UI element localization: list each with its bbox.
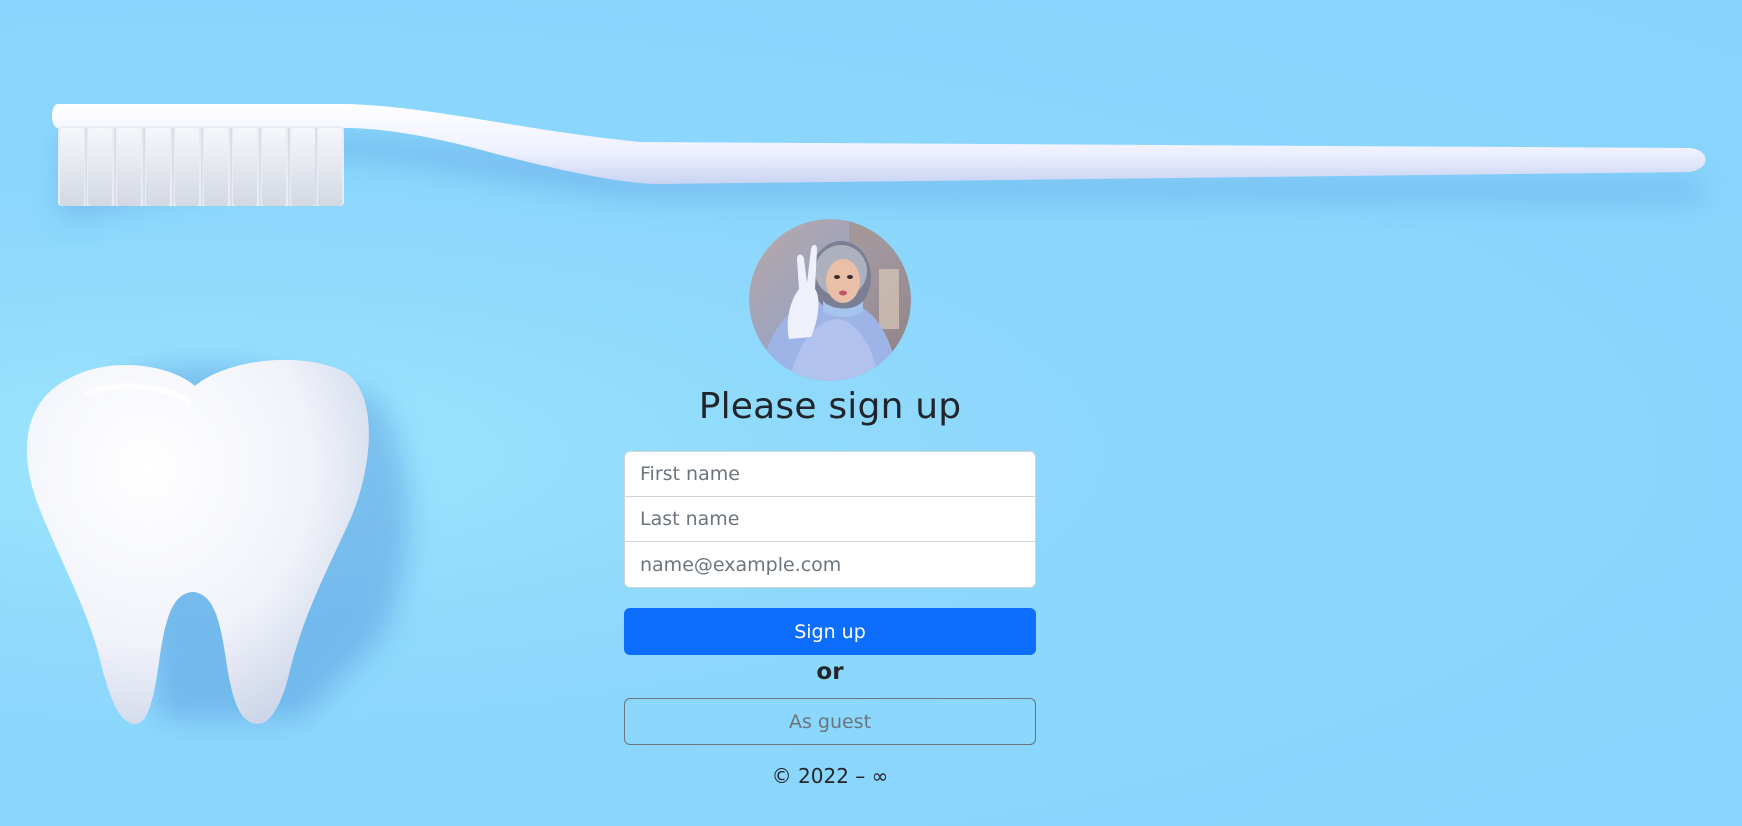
sign-up-button[interactable]: Sign up <box>624 608 1036 655</box>
signup-form: Please sign up First name Last name name… <box>624 219 1036 745</box>
first-name-field[interactable]: First name <box>625 452 1035 497</box>
copyright-footer: © 2022 – ∞ <box>771 764 889 788</box>
page-title: Please sign up <box>698 386 962 427</box>
profile-avatar <box>749 219 911 381</box>
guest-button[interactable]: As guest <box>624 698 1036 745</box>
email-field[interactable]: name@example.com <box>625 542 1035 587</box>
signup-fields: First name Last name name@example.com <box>624 451 1036 588</box>
last-name-field[interactable]: Last name <box>625 497 1035 542</box>
or-divider-text: or <box>816 659 844 685</box>
